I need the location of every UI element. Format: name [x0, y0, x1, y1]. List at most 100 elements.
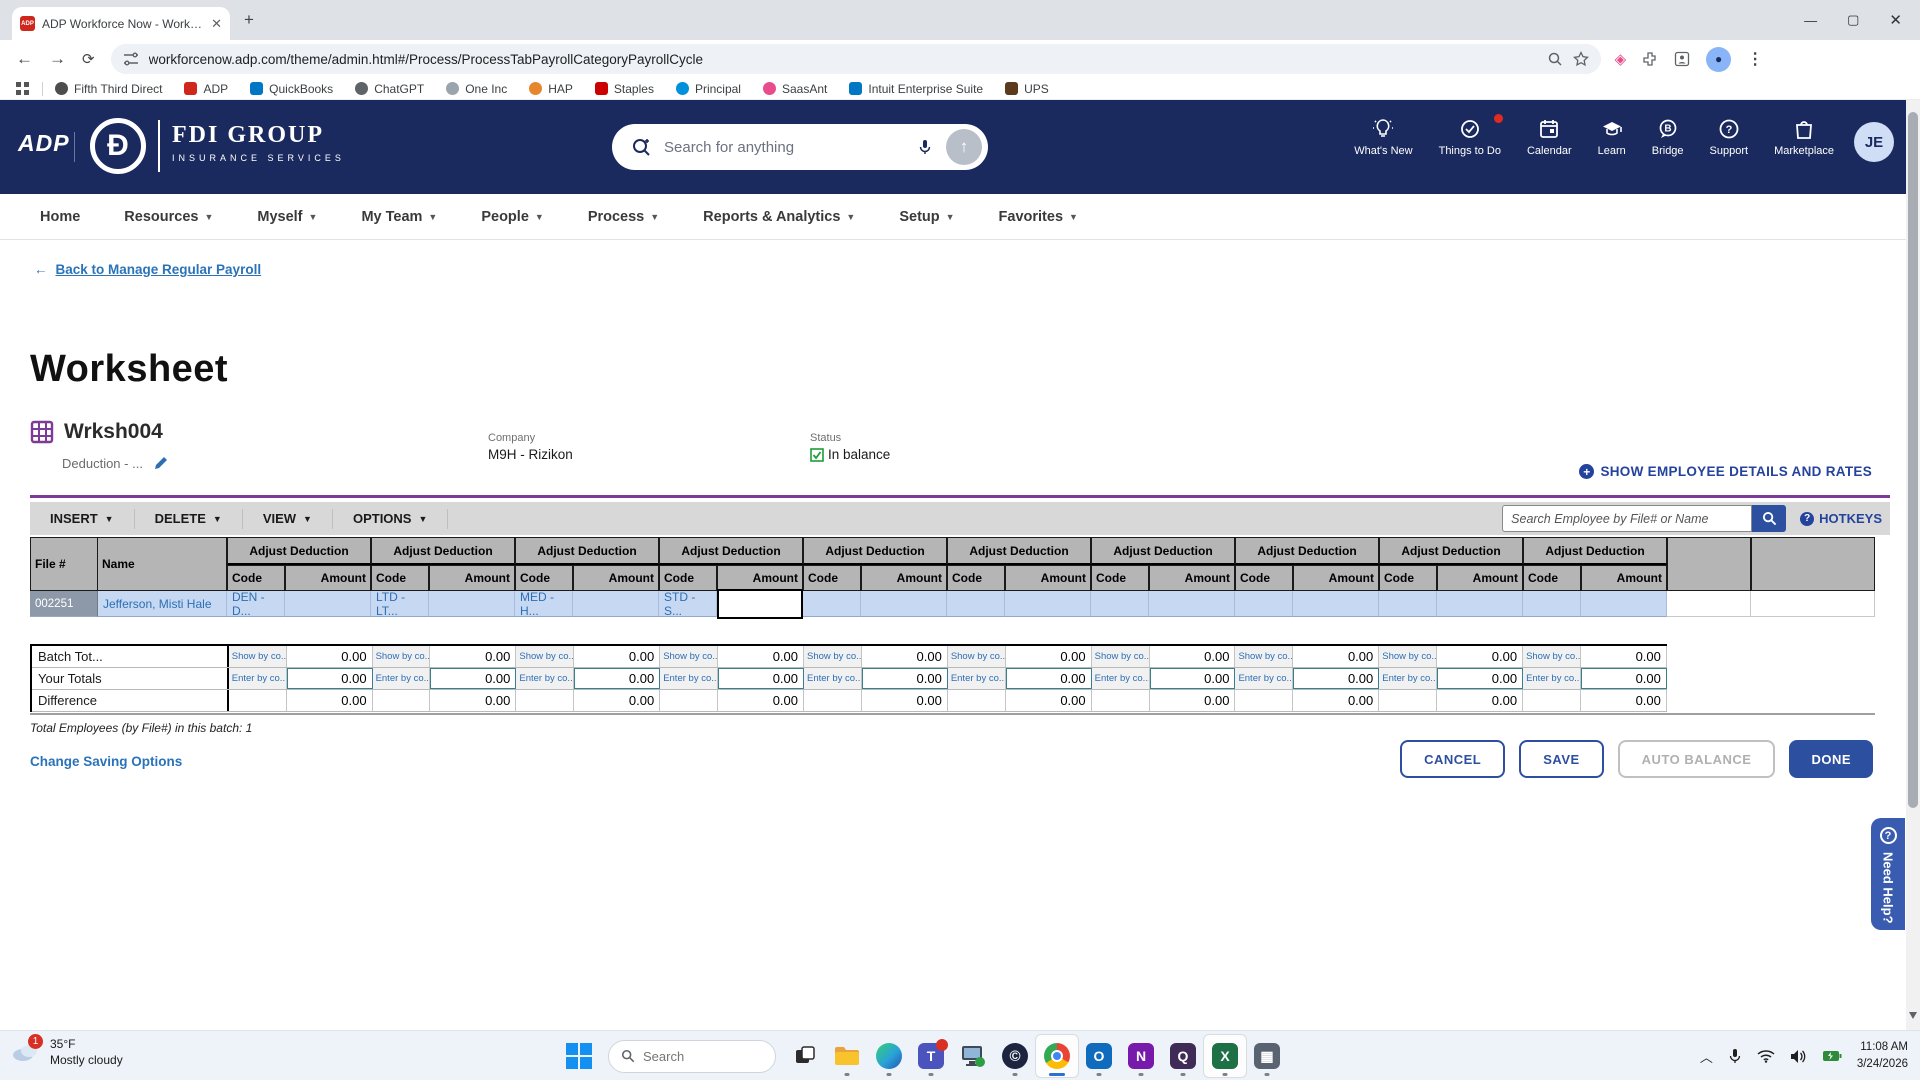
omnibox[interactable]: workforcenow.adp.com/theme/admin.html#/P…: [111, 44, 1601, 74]
your-totals-amount-cell[interactable]: 0.00: [1437, 668, 1523, 689]
your-totals-code-cell[interactable]: Enter by co...: [229, 668, 287, 689]
tray-battery-icon[interactable]: [1822, 1049, 1842, 1063]
batch-totals-code-cell[interactable]: Show by co...: [948, 646, 1006, 667]
your-totals-amount-cell[interactable]: 0.00: [574, 668, 660, 689]
taskbar-teams-icon[interactable]: T: [910, 1035, 952, 1077]
your-totals-code-cell[interactable]: Enter by co...: [516, 668, 574, 689]
your-totals-code-cell[interactable]: Enter by co...: [1092, 668, 1150, 689]
bookmark-quickbooks[interactable]: QuickBooks: [250, 82, 333, 96]
bookmark-intuit-enterprise-suite[interactable]: Intuit Enterprise Suite: [849, 82, 983, 96]
need-help-tab[interactable]: ? Need Help?: [1871, 818, 1905, 930]
batch-totals-code-cell[interactable]: Show by co...: [1092, 646, 1150, 667]
deduction-amount-cell[interactable]: [573, 591, 659, 617]
taskbar-file-explorer-icon[interactable]: [826, 1035, 868, 1077]
support-button[interactable]: ? Support: [1710, 118, 1749, 157]
nav-home[interactable]: Home: [40, 209, 80, 225]
batch-totals-code-cell[interactable]: Show by co...: [373, 646, 431, 667]
pinned-extension-icon[interactable]: ◈: [1615, 50, 1627, 68]
window-maximize-button[interactable]: ▢: [1847, 12, 1859, 28]
deduction-code-cell[interactable]: [947, 591, 1005, 617]
batch-totals-code-cell[interactable]: Show by co...: [1379, 646, 1437, 667]
things-to-do-button[interactable]: Things to Do: [1439, 118, 1501, 157]
deduction-amount-cell[interactable]: [1581, 591, 1667, 617]
calendar-button[interactable]: Calendar: [1527, 118, 1572, 157]
your-totals-code-cell[interactable]: Enter by co...: [948, 668, 1006, 689]
global-search-input[interactable]: [664, 139, 904, 156]
employee-name[interactable]: Jefferson, Misti Hale: [98, 591, 227, 617]
back-to-manage-payroll-link[interactable]: ← Back to Manage Regular Payroll: [34, 262, 261, 277]
save-button[interactable]: SAVE: [1519, 740, 1603, 778]
your-totals-code-cell[interactable]: Enter by co...: [1379, 668, 1437, 689]
show-employee-details-link[interactable]: + SHOW EMPLOYEE DETAILS AND RATES: [1579, 464, 1872, 479]
deduction-amount-cell-focused[interactable]: [717, 589, 803, 619]
your-totals-code-cell[interactable]: Enter by co...: [804, 668, 862, 689]
kebab-menu-icon[interactable]: ⋮: [1747, 49, 1763, 69]
delete-menu[interactable]: DELETE▼: [135, 509, 243, 529]
your-totals-amount-cell[interactable]: 0.00: [1293, 668, 1379, 689]
batch-totals-code-cell[interactable]: Show by co...: [1523, 646, 1581, 667]
your-totals-code-cell[interactable]: Enter by co...: [373, 668, 431, 689]
deduction-code-cell[interactable]: [1523, 591, 1581, 617]
taskbar-c-app-icon[interactable]: ©: [994, 1035, 1036, 1077]
nav-reports-analytics[interactable]: Reports & Analytics ▼: [703, 209, 855, 225]
taskbar-weather[interactable]: 1 35°F Mostly cloudy: [10, 1036, 123, 1068]
taskbar-search[interactable]: [608, 1040, 776, 1073]
site-settings-icon[interactable]: [123, 51, 139, 67]
batch-totals-code-cell[interactable]: Show by co...: [516, 646, 574, 667]
your-totals-code-cell[interactable]: Enter by co...: [1235, 668, 1293, 689]
window-minimize-button[interactable]: —: [1804, 13, 1817, 28]
search-submit-icon[interactable]: ↑: [946, 129, 982, 165]
bookmark-one-inc[interactable]: One Inc: [446, 82, 507, 96]
browser-profile-avatar[interactable]: ●: [1706, 47, 1731, 72]
your-totals-amount-cell[interactable]: 0.00: [718, 668, 804, 689]
microphone-icon[interactable]: [916, 138, 934, 156]
change-saving-options-link[interactable]: Change Saving Options: [30, 754, 182, 769]
tray-microphone-icon[interactable]: [1728, 1048, 1742, 1064]
view-menu[interactable]: VIEW▼: [243, 509, 333, 529]
deduction-code-cell[interactable]: [1379, 591, 1437, 617]
your-totals-amount-cell[interactable]: 0.00: [1006, 668, 1092, 689]
batch-totals-code-cell[interactable]: Show by co...: [229, 646, 287, 667]
taskbar-chrome-icon[interactable]: [1036, 1035, 1078, 1077]
batch-totals-code-cell[interactable]: Show by co...: [660, 646, 718, 667]
deduction-amount-cell[interactable]: [861, 591, 947, 617]
zoom-icon[interactable]: [1547, 51, 1563, 67]
done-button[interactable]: DONE: [1789, 740, 1873, 778]
deduction-code-cell[interactable]: [1235, 591, 1293, 617]
taskbar-quickbooks-app-icon[interactable]: Q: [1162, 1035, 1204, 1077]
deduction-amount-cell[interactable]: [429, 591, 515, 617]
forward-icon[interactable]: →: [49, 49, 66, 69]
nav-process[interactable]: Process ▼: [588, 209, 659, 225]
batch-totals-code-cell[interactable]: Show by co...: [1235, 646, 1293, 667]
deduction-amount-cell[interactable]: [1293, 591, 1379, 617]
options-menu[interactable]: OPTIONS▼: [333, 509, 448, 529]
hotkeys-link[interactable]: ? HOTKEYS: [1800, 511, 1882, 526]
taskbar-remote-desktop-icon[interactable]: [952, 1035, 994, 1077]
batch-totals-code-cell[interactable]: Show by co...: [804, 646, 862, 667]
page-scrollbar-thumb[interactable]: [1908, 112, 1918, 808]
nav-people[interactable]: People ▼: [481, 209, 543, 225]
taskbar-outlook-icon[interactable]: O: [1078, 1035, 1120, 1077]
taskbar-task-view-icon[interactable]: [784, 1035, 826, 1077]
bookmark-principal[interactable]: Principal: [676, 82, 741, 96]
deduction-code-cell[interactable]: [1091, 591, 1149, 617]
taskbar-onenote-icon[interactable]: N: [1120, 1035, 1162, 1077]
nav-my-team[interactable]: My Team ▼: [361, 209, 437, 225]
employee-search-input[interactable]: [1502, 505, 1752, 532]
deduction-amount-cell[interactable]: [1149, 591, 1235, 617]
insert-menu[interactable]: INSERT▼: [30, 509, 135, 529]
bookmark-hap[interactable]: HAP: [529, 82, 573, 96]
apps-grid-icon[interactable]: [16, 82, 30, 96]
bookmark-staples[interactable]: Staples: [595, 82, 654, 96]
deduction-code-cell[interactable]: [803, 591, 861, 617]
deduction-code-cell[interactable]: DEN - D...: [227, 591, 285, 617]
back-icon[interactable]: ←: [16, 49, 33, 69]
user-avatar[interactable]: JE: [1854, 122, 1894, 162]
window-close-button[interactable]: ✕: [1889, 11, 1902, 29]
edit-pencil-icon[interactable]: [153, 456, 168, 471]
your-totals-amount-cell[interactable]: 0.00: [287, 668, 373, 689]
your-totals-code-cell[interactable]: Enter by co...: [1523, 668, 1581, 689]
whats-new-button[interactable]: What's New: [1354, 118, 1412, 157]
nav-favorites[interactable]: Favorites ▼: [999, 209, 1078, 225]
your-totals-amount-cell[interactable]: 0.00: [862, 668, 948, 689]
